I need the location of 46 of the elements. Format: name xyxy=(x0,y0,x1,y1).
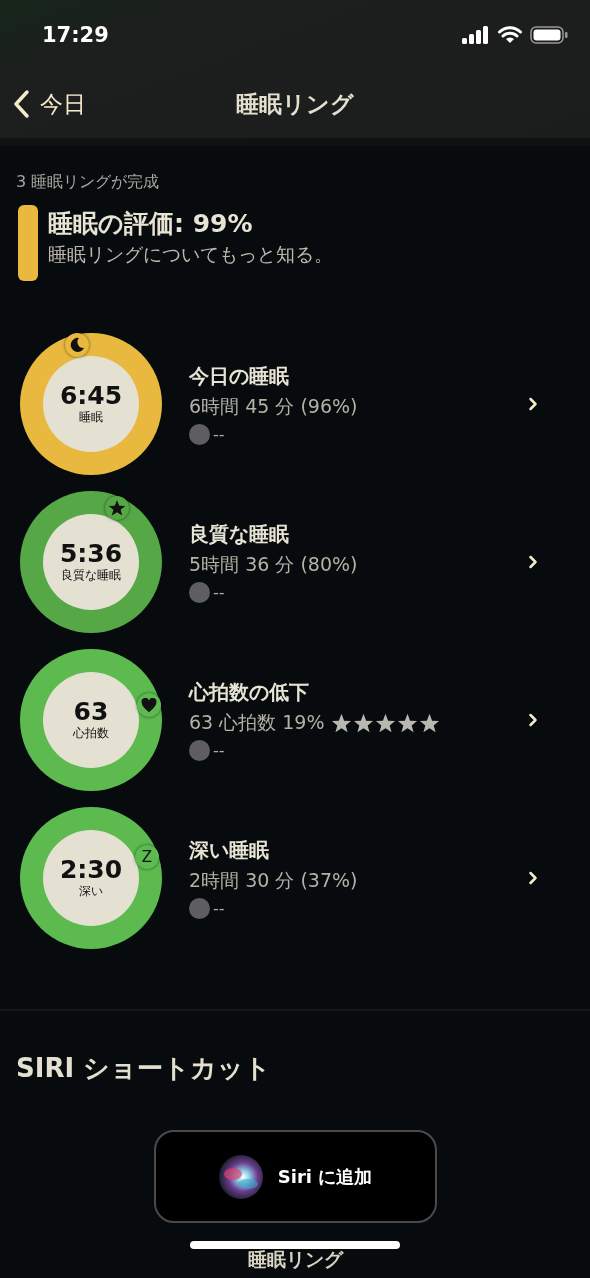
status-value: -- xyxy=(213,425,225,444)
sleep-letter-icon: Z xyxy=(141,848,153,866)
status-dot xyxy=(189,740,210,761)
status-value: -- xyxy=(213,899,225,918)
ring-value: 63 xyxy=(73,697,109,726)
ring-label: 良質な睡眠 xyxy=(61,567,121,585)
chevron-icon[interactable] xyxy=(528,871,538,885)
status-value: -- xyxy=(213,741,225,760)
ring-detail: 5時間 36 分 (80%) xyxy=(189,552,358,577)
ring-detail: 2時間 30 分 (37%) xyxy=(189,868,358,893)
chevron-icon[interactable] xyxy=(528,713,538,727)
sleep-score: 睡眠の評価: 99% xyxy=(48,208,254,240)
section-heading: SIRI ショートカット xyxy=(16,1052,273,1085)
back-chevron-icon xyxy=(12,89,30,119)
moon-icon xyxy=(68,336,86,354)
wifi-icon xyxy=(498,26,522,44)
ring-detail: 63 心拍数 19% xyxy=(189,710,325,735)
screen-title: 睡眠リング xyxy=(236,89,354,119)
signal-icon xyxy=(462,26,490,44)
status-time: 17:29 xyxy=(42,23,109,47)
back-button[interactable]: 今日 xyxy=(0,88,98,120)
status-dot xyxy=(189,898,210,919)
battery-icon xyxy=(530,26,568,44)
ring-title: 心拍数の低下 xyxy=(189,679,310,706)
status-dot xyxy=(189,424,210,445)
status-dot xyxy=(189,582,210,603)
star-icon xyxy=(108,499,126,517)
ring-label: 睡眠 xyxy=(79,409,103,427)
ring-value: 6:45 xyxy=(59,381,123,410)
rings-completed-caption: 3 睡眠リングが完成 xyxy=(16,172,161,193)
ring-title: 今日の睡眠 xyxy=(189,363,290,390)
footer-title: 睡眠リング xyxy=(247,1249,343,1270)
ring-value: 2:30 xyxy=(59,855,123,884)
ring-title: 深い睡眠 xyxy=(189,837,270,864)
chevron-icon[interactable] xyxy=(528,397,538,411)
ring-detail: 6時間 45 分 (96%) xyxy=(189,394,358,419)
chevron-icon[interactable] xyxy=(528,555,538,569)
ring-value: 5:36 xyxy=(59,539,123,568)
status-value: -- xyxy=(213,583,225,602)
heart-icon xyxy=(141,697,157,713)
siri-orb-icon xyxy=(217,1153,264,1200)
ring-label: 心拍数 xyxy=(73,725,109,743)
ring-label: 深い xyxy=(79,883,103,901)
add-to-siri-button[interactable]: Siri に追加 xyxy=(153,1130,437,1223)
learn-more-link[interactable]: 睡眠リングについてもっと知る。 xyxy=(48,242,333,268)
ring-title: 良質な睡眠 xyxy=(189,521,290,548)
